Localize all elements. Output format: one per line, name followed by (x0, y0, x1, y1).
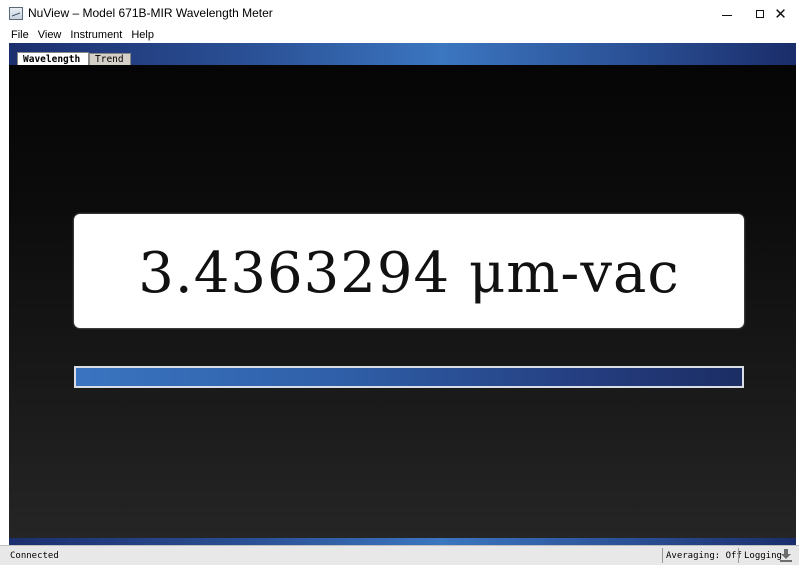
minimize-icon (722, 14, 732, 16)
status-bar: Connected Averaging: Off Logging (0, 545, 799, 565)
download-arrow-icon[interactable] (779, 548, 793, 563)
status-divider (738, 548, 739, 563)
menu-bar: File View Instrument Help (0, 27, 799, 42)
tab-wavelength[interactable]: Wavelength (17, 52, 89, 65)
app-icon (9, 7, 23, 20)
menu-view[interactable]: View (38, 28, 62, 42)
menu-file[interactable]: File (11, 28, 29, 42)
signal-level-fill (76, 368, 742, 386)
app-window: NuView – Model 671B-MIR Wavelength Meter… (0, 0, 799, 565)
wavelength-readout: 3.4363294 μm-vac (74, 214, 744, 328)
connection-status: Connected (10, 551, 59, 561)
window-title: NuView – Model 671B-MIR Wavelength Meter (28, 6, 273, 20)
tab-trend[interactable]: Trend (89, 53, 131, 65)
display-panel: 3.4363294 μm-vac (9, 65, 796, 538)
averaging-status[interactable]: Averaging: Off (666, 549, 742, 563)
status-divider (662, 548, 663, 563)
wavelength-value: 3.4363294 μm-vac (138, 240, 680, 306)
close-button[interactable]: ✕ (762, 0, 799, 28)
menu-help[interactable]: Help (131, 28, 154, 42)
close-icon: ✕ (774, 4, 787, 23)
menu-instrument[interactable]: Instrument (70, 28, 122, 42)
title-bar: NuView – Model 671B-MIR Wavelength Meter… (0, 0, 799, 28)
bottom-band (9, 538, 796, 545)
tab-strip: Wavelength Trend (9, 43, 796, 65)
logging-status[interactable]: Logging (744, 549, 782, 563)
signal-level-bar (74, 366, 744, 388)
